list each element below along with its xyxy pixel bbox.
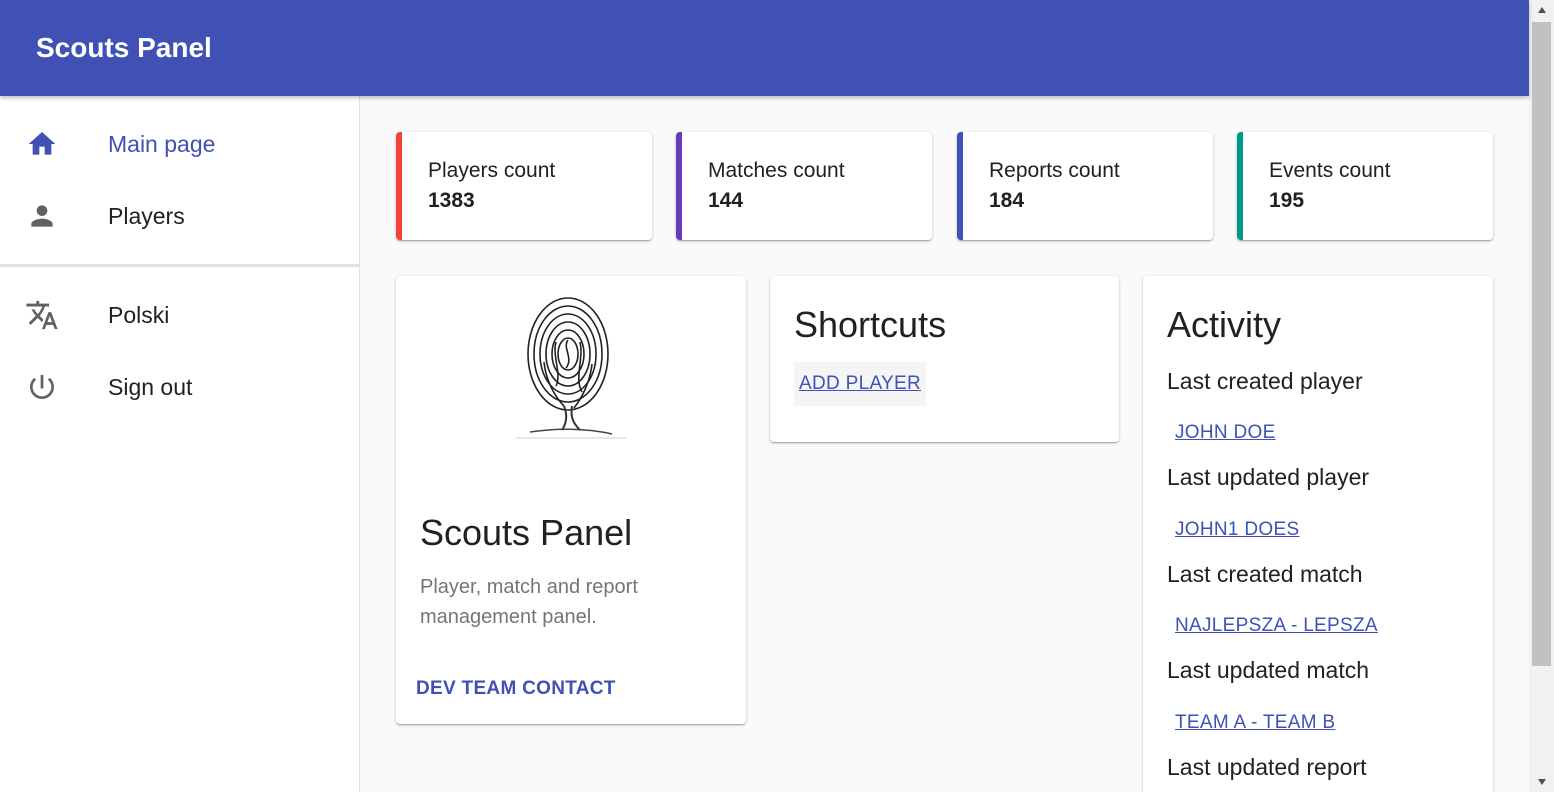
fingerprint-image [516, 297, 626, 439]
activity-label: Last updated report [1167, 754, 1367, 780]
shortcuts-title: Shortcuts [794, 304, 947, 345]
home-icon [24, 126, 60, 162]
matches-count-card: Matches count 144 [676, 132, 932, 240]
stat-value: 1383 [428, 189, 475, 212]
sidebar-item-label: Players [108, 202, 185, 229]
power-icon [24, 369, 60, 405]
stat-value: 144 [708, 189, 744, 212]
sidebar-item-sign-out[interactable]: Sign out [0, 357, 359, 417]
activity-title: Activity [1167, 304, 1282, 345]
add-player-link[interactable]: ADD PLAYER [799, 373, 921, 395]
stat-value: 184 [989, 189, 1025, 212]
players-count-card: Players count 1383 [396, 132, 652, 240]
sidebar: Main page Players Polski Sign out [0, 96, 360, 792]
accent-bar [676, 132, 682, 240]
about-card: Scouts Panel Player, match and report ma… [396, 276, 746, 724]
activity-link[interactable]: JOHN1 DOES [1175, 519, 1299, 541]
activity-card: Activity Last created player JOHN DOE La… [1143, 276, 1493, 792]
activity-label: Last created player [1167, 368, 1363, 394]
app-bar: Scouts Panel [0, 0, 1529, 96]
sidebar-item-main-page[interactable]: Main page [0, 114, 359, 174]
scroll-up-arrow-icon[interactable] [1529, 0, 1554, 20]
app-title: Scouts Panel [36, 32, 212, 63]
stat-value: 195 [1269, 189, 1305, 212]
activity-link[interactable]: TEAM A - TEAM B [1175, 712, 1335, 734]
events-count-card: Events count 195 [1237, 132, 1493, 240]
sidebar-divider [0, 264, 359, 267]
stat-label: Matches count [708, 159, 845, 182]
scrollbar-thumb[interactable] [1532, 22, 1551, 666]
sidebar-item-language[interactable]: Polski [0, 285, 359, 345]
accent-bar [396, 132, 402, 240]
activity-link[interactable]: NAJLEPSZA - LEPSZA [1175, 615, 1378, 637]
scroll-down-arrow-icon[interactable] [1529, 772, 1554, 792]
sidebar-item-players[interactable]: Players [0, 186, 359, 246]
page-scrollbar[interactable] [1529, 0, 1554, 792]
sidebar-item-label: Main page [108, 130, 216, 157]
activity-label: Last updated match [1167, 657, 1370, 683]
stat-label: Events count [1269, 159, 1391, 182]
sidebar-item-label: Sign out [108, 373, 193, 400]
about-title: Scouts Panel [420, 512, 633, 553]
shortcuts-card: Shortcuts ADD PLAYER [770, 276, 1119, 442]
activity-link[interactable]: JOHN DOE [1175, 422, 1276, 444]
dev-team-contact-button[interactable]: DEV TEAM CONTACT [416, 678, 616, 700]
accent-bar [1237, 132, 1243, 240]
about-description: Player, match and report management pane… [420, 576, 638, 628]
reports-count-card: Reports count 184 [957, 132, 1213, 240]
accent-bar [957, 132, 963, 240]
sidebar-item-label: Polski [108, 301, 170, 328]
person-icon [24, 198, 60, 234]
stat-label: Players count [428, 159, 556, 182]
translate-icon [24, 297, 60, 333]
stat-label: Reports count [989, 159, 1120, 182]
activity-label: Last updated player [1167, 464, 1370, 490]
activity-label: Last created match [1167, 561, 1363, 587]
add-player-button[interactable]: ADD PLAYER [794, 362, 926, 406]
